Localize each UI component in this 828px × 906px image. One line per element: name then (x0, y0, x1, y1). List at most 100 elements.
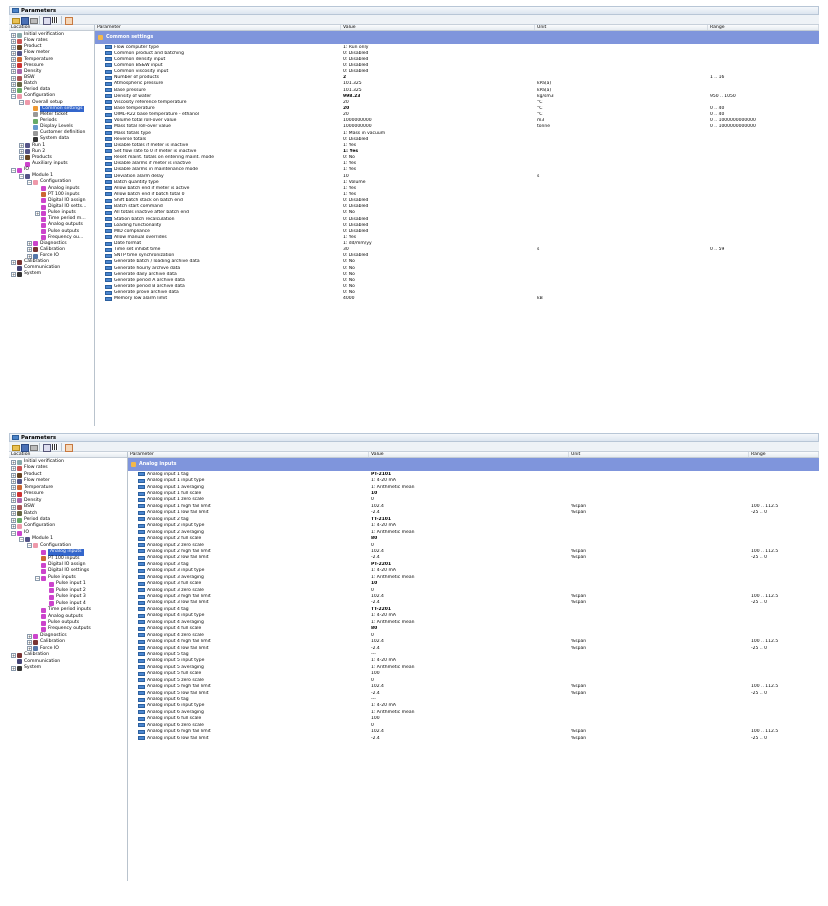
parameter-row[interactable]: Analog input 5 low fail limit -2.4 %span -2… (128, 690, 819, 696)
value-cell[interactable]: 1: Yes (341, 235, 535, 240)
value-cell[interactable]: 0: Disabled (341, 217, 535, 222)
collapse-icon[interactable]: − (11, 93, 16, 99)
expand-icon[interactable]: + (11, 491, 16, 497)
value-cell[interactable]: --- (369, 652, 569, 657)
expand-icon[interactable]: + (27, 646, 32, 652)
value-cell[interactable]: 0: No (341, 155, 535, 160)
expand-icon[interactable]: + (19, 143, 24, 149)
parameter-row[interactable]: Volume total roll-over value 1000000000 m3… (95, 118, 819, 124)
collapse-icon[interactable]: − (19, 536, 24, 542)
group-header[interactable]: Analog inputs (128, 458, 819, 471)
tree-view-icon[interactable] (42, 443, 51, 452)
value-cell[interactable]: 0: Disabled (341, 198, 535, 203)
value-cell[interactable]: PT-2101 (369, 472, 569, 477)
collapse-icon[interactable]: − (19, 173, 24, 179)
open-icon[interactable] (11, 16, 20, 24)
value-cell[interactable]: 1: Arithmetic mean (369, 665, 569, 670)
value-cell[interactable]: 0: Disabled (341, 229, 535, 234)
unit-column-header[interactable]: Unit (569, 452, 749, 457)
expand-icon[interactable]: + (27, 253, 32, 259)
value-cell[interactable]: 20 (341, 100, 535, 105)
parameter-column-header[interactable]: Parameter (95, 25, 341, 30)
value-cell[interactable]: 1: Arithmetic mean (369, 710, 569, 715)
expand-icon[interactable]: + (11, 472, 16, 478)
value-cell[interactable]: 1: Arithmetic mean (369, 485, 569, 490)
value-cell[interactable]: 1: Yes (341, 143, 535, 148)
value-cell[interactable]: 1: Yes (341, 149, 535, 154)
range-column-header[interactable]: Range (749, 452, 819, 457)
expand-icon[interactable]: + (11, 466, 16, 472)
delete-icon[interactable] (64, 443, 73, 452)
value-cell[interactable]: PT-2201 (369, 562, 569, 567)
value-cell[interactable]: 0: Disabled (341, 137, 535, 142)
value-cell[interactable]: 0: Disabled (341, 57, 535, 62)
expand-icon[interactable]: + (11, 504, 16, 510)
value-cell[interactable]: 80 (369, 626, 569, 631)
value-cell[interactable]: -2.4 (369, 691, 569, 696)
parameter-row[interactable]: Analog input 3 low fail limit -2.4 %span -2… (128, 600, 819, 606)
value-cell[interactable]: 0: Disabled (341, 51, 535, 56)
value-column-header[interactable]: Value (369, 452, 569, 457)
value-cell[interactable]: 1000000000 (341, 124, 535, 129)
value-cell[interactable]: 1: 4-20 mA (369, 478, 569, 483)
expand-icon[interactable]: + (11, 44, 16, 50)
value-cell[interactable]: 0 (369, 723, 569, 728)
expand-icon[interactable]: + (11, 511, 16, 517)
parameter-row[interactable]: Analog input 6 high fail limit 102.4 %span… (128, 729, 819, 735)
expand-icon[interactable]: + (11, 57, 16, 63)
value-cell[interactable]: 102.4 (369, 549, 569, 554)
value-cell[interactable]: 1: dd/mm/yy (341, 241, 535, 246)
value-cell[interactable]: -2.4 (369, 736, 569, 741)
value-cell[interactable]: 0: No (341, 278, 535, 283)
expand-icon[interactable]: + (19, 155, 24, 161)
value-cell[interactable]: 2 (341, 75, 535, 80)
value-cell[interactable]: 1: Yes (341, 186, 535, 191)
value-cell[interactable]: 0: Disabled (341, 253, 535, 258)
value-cell[interactable]: 1: Yes (341, 192, 535, 197)
value-cell[interactable]: 1: 4-20 mA (369, 523, 569, 528)
value-cell[interactable]: 1000000000 (341, 118, 535, 123)
value-cell[interactable]: 10 (369, 581, 569, 586)
value-cell[interactable]: 10 (369, 491, 569, 496)
group-header[interactable]: Common settings (95, 31, 819, 44)
value-cell[interactable]: 0 (369, 497, 569, 502)
value-cell[interactable]: 1: Arithmetic mean (369, 575, 569, 580)
value-cell[interactable]: 101.325 (341, 81, 535, 86)
value-cell[interactable]: --- (369, 697, 569, 702)
value-cell[interactable]: 102.4 (369, 504, 569, 509)
expand-icon[interactable]: + (11, 272, 16, 278)
value-cell[interactable]: 100 (369, 716, 569, 721)
value-cell[interactable]: 1: Yes (341, 167, 535, 172)
parameter-row[interactable]: Mass total roll-over value 1000000000 tonn… (95, 124, 819, 130)
collapse-icon[interactable]: − (27, 179, 32, 185)
value-cell[interactable]: 1: 4-20 mA (369, 568, 569, 573)
expand-icon[interactable]: + (11, 38, 16, 44)
value-cell[interactable]: TT-2101 (369, 517, 569, 522)
value-cell[interactable]: 0: Disabled (341, 204, 535, 209)
value-cell[interactable]: 0: No (341, 266, 535, 271)
expand-icon[interactable]: + (11, 459, 16, 465)
value-column-header[interactable]: Value (341, 25, 535, 30)
expand-icon[interactable]: + (27, 247, 32, 253)
expand-icon[interactable]: + (11, 524, 16, 530)
parameter-row[interactable]: Analog input 5 high fail limit 102.4 %span… (128, 683, 819, 689)
value-cell[interactable]: 0 (369, 543, 569, 548)
value-cell[interactable]: -2.4 (369, 510, 569, 515)
value-cell[interactable]: 1: Arithmetic mean (369, 620, 569, 625)
open-icon[interactable] (11, 443, 20, 451)
expand-icon[interactable]: + (11, 69, 16, 75)
delete-icon[interactable] (64, 16, 73, 25)
value-cell[interactable]: 102.4 (369, 594, 569, 599)
columns-icon[interactable] (51, 16, 59, 24)
value-cell[interactable]: -2.4 (369, 555, 569, 560)
value-cell[interactable]: 102.4 (369, 684, 569, 689)
save-icon[interactable] (20, 16, 29, 25)
expand-icon[interactable]: + (11, 63, 16, 69)
expand-icon[interactable]: + (11, 75, 16, 81)
value-cell[interactable]: 1: 4-20 mA (369, 613, 569, 618)
value-cell[interactable]: 20 (341, 112, 535, 117)
parameter-row[interactable]: Analog input 3 high fail limit 102.4 %span… (128, 593, 819, 599)
value-cell[interactable]: 100 (369, 671, 569, 676)
tree-node[interactable]: + System (9, 665, 127, 671)
value-cell[interactable]: 1: Run only (341, 45, 535, 50)
